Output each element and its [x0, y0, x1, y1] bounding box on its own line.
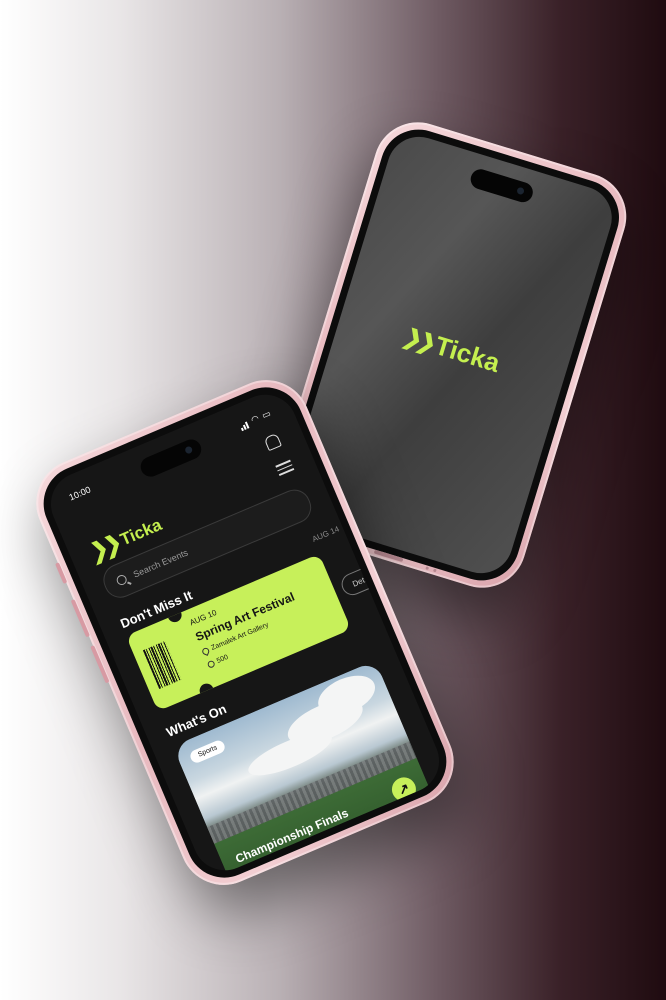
category-tag[interactable]: Sports [188, 738, 227, 765]
status-time: 10:00 [67, 484, 93, 503]
person-icon [206, 659, 216, 669]
splash-brand-text: Ticka [431, 330, 504, 379]
speaker-grille [425, 566, 430, 571]
filter-icon[interactable] [275, 459, 295, 477]
status-icons: ◠ ▭ [237, 408, 272, 431]
ticket-attendees: 500 [206, 653, 230, 669]
location-pin-icon [201, 646, 211, 656]
logo-mark-icon: ❯❯ [398, 323, 438, 355]
logo-mark-icon: ❯❯ [88, 529, 121, 566]
dynamic-island [137, 436, 205, 480]
next-ticket-date: AUG 14 [310, 524, 341, 544]
dynamic-island [468, 166, 536, 205]
search-placeholder: Search Events [131, 547, 190, 580]
event-card[interactable]: Sports Championship Finals Cairo, Egypt … [172, 660, 446, 881]
search-icon [115, 573, 129, 587]
action-button [55, 562, 68, 585]
splash-logo: ❯❯ Ticka [336, 301, 567, 398]
bell-icon[interactable] [263, 432, 282, 452]
signal-icon [238, 418, 250, 431]
ticket-attendees-text: 500 [215, 653, 230, 665]
barcode-icon [142, 640, 182, 689]
wifi-icon: ◠ [249, 413, 261, 426]
battery-icon: ▭ [260, 408, 273, 421]
ticket-notch [197, 681, 216, 700]
speaker-grille [432, 568, 437, 573]
